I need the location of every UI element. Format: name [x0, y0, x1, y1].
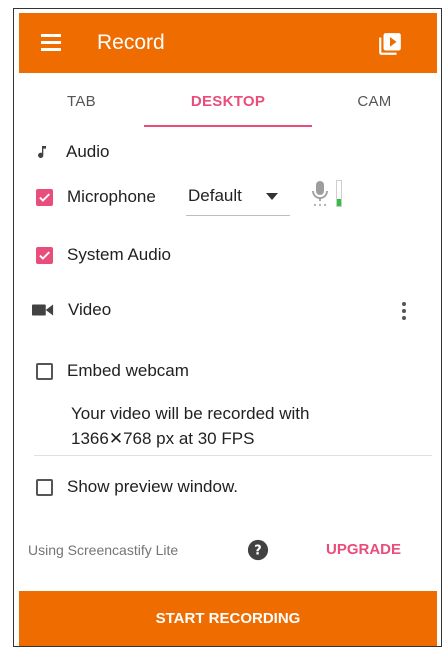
system-audio-label[interactable]: System Audio — [67, 245, 171, 265]
microphone-select[interactable]: Default — [186, 179, 290, 216]
system-audio-checkbox[interactable] — [36, 246, 53, 264]
svg-text:?: ? — [254, 544, 261, 559]
embed-webcam-row: Embed webcam — [36, 359, 189, 383]
music-note-icon — [38, 146, 46, 159]
record-popup: Record TAB DESKTOP CAM Audio Microphone … — [13, 8, 442, 647]
microphone-row: Microphone — [36, 185, 156, 209]
dropdown-arrow-icon — [266, 193, 278, 200]
audio-level-meter — [336, 180, 342, 207]
recording-info-line1: Your video will be recorded with — [71, 404, 310, 423]
tab-bar: TAB DESKTOP CAM — [19, 73, 437, 129]
recording-info: Your video will be recorded with 1366✕76… — [71, 401, 391, 451]
active-tab-indicator — [144, 125, 312, 127]
page-title: Record — [97, 31, 165, 54]
embed-webcam-label[interactable]: Embed webcam — [67, 361, 189, 381]
video-section-label: Video — [68, 300, 112, 319]
more-options-icon[interactable] — [400, 299, 408, 323]
system-audio-row: System Audio — [36, 243, 171, 267]
hamburger-menu-icon[interactable] — [41, 34, 61, 51]
divider — [34, 455, 432, 456]
tab-cam[interactable]: CAM — [312, 73, 437, 129]
embed-webcam-checkbox[interactable] — [36, 362, 53, 380]
microphone-icon — [312, 181, 328, 206]
upgrade-button[interactable]: UPGRADE — [326, 541, 401, 558]
microphone-select-value: Default — [188, 186, 242, 205]
tab-desktop[interactable]: DESKTOP — [144, 73, 312, 129]
audio-section-label: Audio — [66, 142, 110, 161]
show-preview-checkbox[interactable] — [36, 478, 53, 496]
show-preview-row: Show preview window. — [36, 475, 238, 499]
show-preview-label[interactable]: Show preview window. — [67, 477, 238, 497]
audio-section-header: Audio — [34, 139, 109, 165]
microphone-label[interactable]: Microphone — [67, 187, 156, 207]
recording-info-line2: 1366✕768 px at 30 FPS — [71, 429, 255, 448]
videocam-icon — [32, 304, 54, 316]
video-library-icon[interactable] — [377, 31, 403, 57]
tab-tab[interactable]: TAB — [19, 73, 144, 129]
start-recording-button[interactable]: START RECORDING — [19, 591, 437, 646]
checkmark-icon — [39, 192, 50, 202]
header-bar: Record — [19, 13, 437, 73]
video-section-header: Video — [32, 297, 111, 323]
audio-level-fill — [337, 198, 341, 206]
help-icon[interactable]: ? — [247, 539, 269, 561]
microphone-checkbox[interactable] — [36, 188, 53, 206]
checkmark-icon — [39, 250, 50, 260]
lite-version-text: Using Screencastify Lite — [28, 542, 179, 558]
